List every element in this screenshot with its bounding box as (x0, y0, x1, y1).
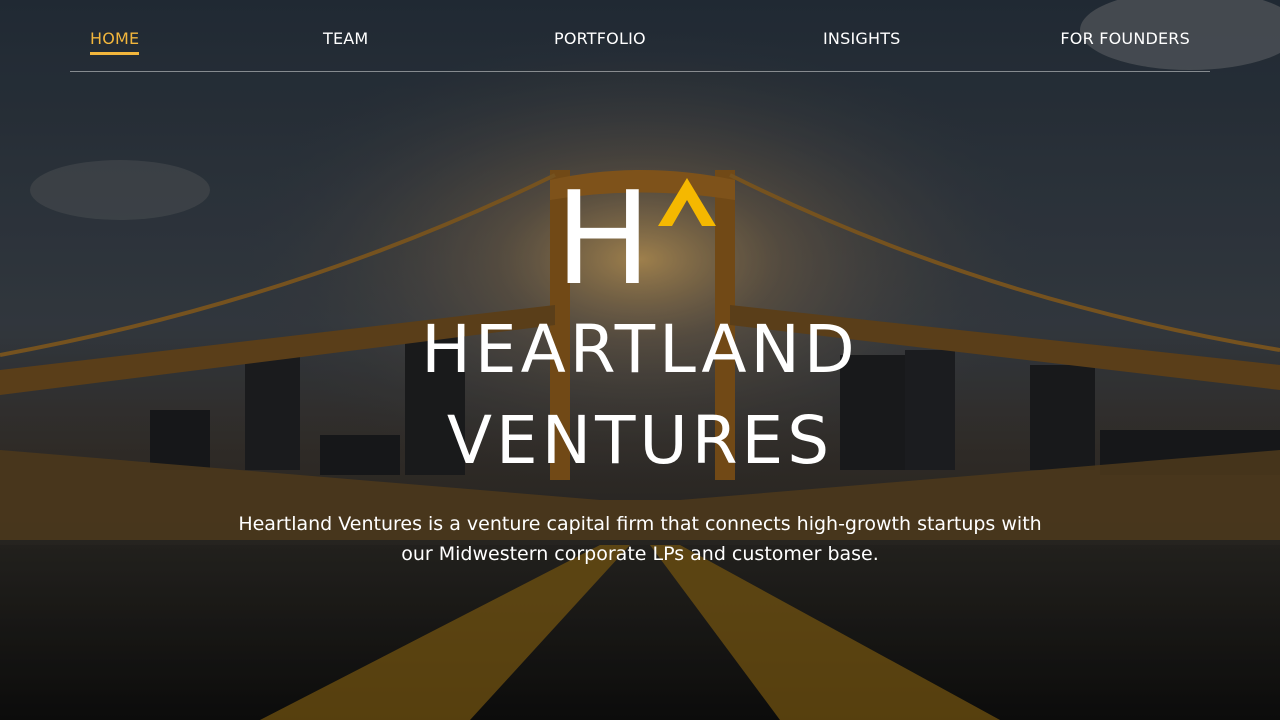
nav-team-link[interactable]: TEAM (323, 29, 368, 49)
caret-up-icon (658, 178, 716, 226)
brand-logo: H (555, 165, 725, 314)
logo-letter: H (555, 165, 652, 314)
nav-home-link[interactable]: HOME (90, 29, 140, 55)
hero-section: HOME TEAM PORTFOLIO INSIGHTS FOR FOUNDER… (0, 0, 1280, 720)
active-underline (90, 52, 140, 55)
nav-portfolio-link[interactable]: PORTFOLIO (554, 29, 646, 49)
hero-tagline: Heartland Ventures is a venture capital … (238, 513, 1042, 565)
brand-name-line2: VENTURES (446, 402, 834, 479)
nav-insights-link[interactable]: INSIGHTS (823, 29, 901, 49)
nav-for-founders-link[interactable]: FOR FOUNDERS (1060, 29, 1190, 49)
nav-home-label: HOME (90, 29, 140, 48)
main-nav: HOME TEAM PORTFOLIO INSIGHTS FOR FOUNDER… (70, 0, 1210, 72)
brand-name-line1: HEARTLAND (421, 311, 859, 388)
